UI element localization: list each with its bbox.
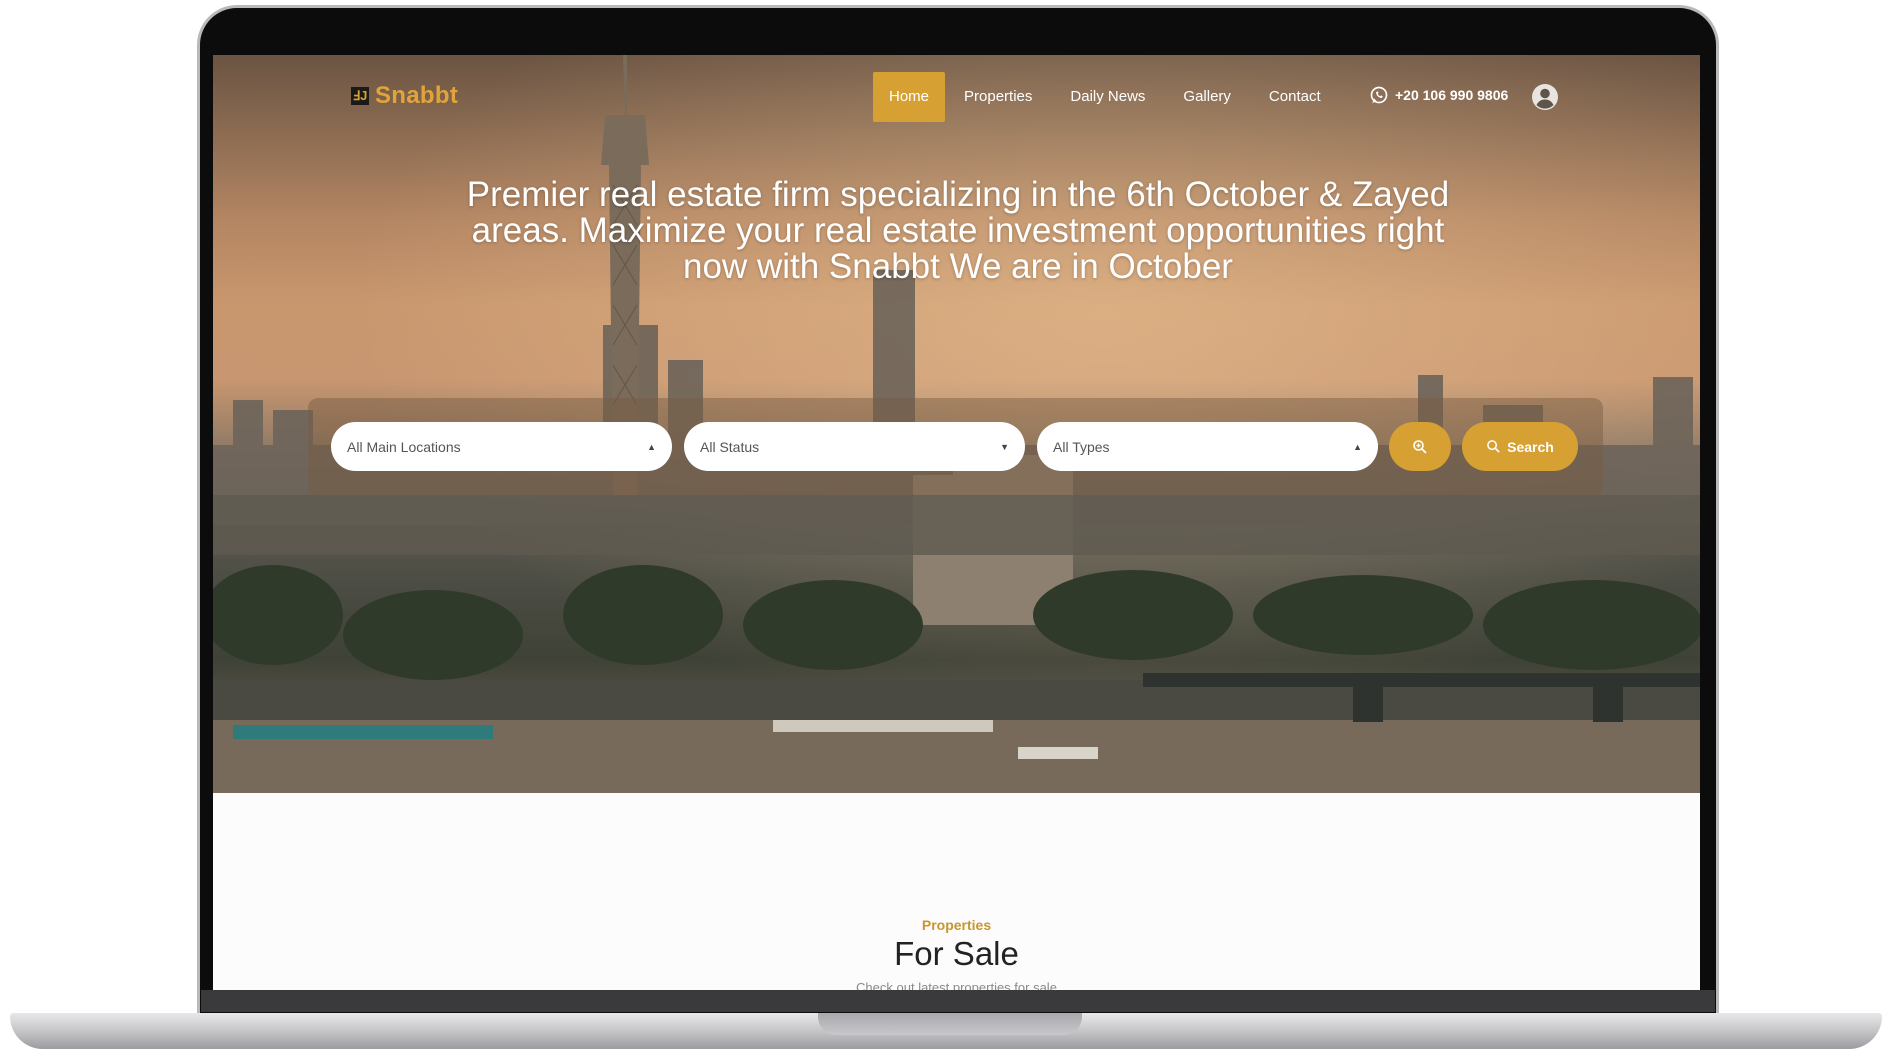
search-button-label: Search	[1507, 438, 1554, 455]
laptop-bezel	[201, 990, 1715, 1012]
advanced-search-button[interactable]	[1389, 422, 1451, 471]
section-title: For Sale	[894, 935, 1019, 972]
search-icon	[1487, 440, 1500, 453]
whatsapp-icon	[1370, 86, 1388, 104]
nav-home[interactable]: Home	[873, 72, 946, 122]
status-select-value: All Status	[700, 438, 760, 455]
search-button[interactable]: Search	[1462, 422, 1578, 471]
location-select[interactable]: All Main Locations ▲	[331, 422, 672, 471]
nav-daily-news[interactable]: Daily News	[1051, 72, 1164, 122]
caret-down-icon: ▼	[1000, 441, 1009, 452]
location-select-value: All Main Locations	[347, 438, 461, 455]
section-kicker: Properties	[921, 917, 992, 933]
logo-mark-icon: ℲJ	[351, 87, 369, 105]
nav-gallery[interactable]: Gallery	[1164, 72, 1250, 122]
hero-headline: Premier real estate firm specializing in…	[466, 175, 1450, 286]
main-nav: Home Properties Daily News Gallery Conta…	[873, 72, 1340, 122]
nav-contact[interactable]: Contact	[1250, 72, 1340, 122]
nav-properties[interactable]: Properties	[945, 72, 1051, 122]
hero-banner: ℲJ Snabbt Home Properties Daily News Gal…	[213, 55, 1700, 793]
caret-up-icon: ▲	[647, 441, 656, 452]
zoom-search-icon	[1413, 439, 1427, 454]
user-circle-icon[interactable]	[1531, 83, 1559, 111]
section-subtitle: Check out latest properties for sale	[856, 980, 1057, 990]
site-logo[interactable]: ℲJ Snabbt	[351, 81, 458, 111]
logo-text: Snabbt	[375, 82, 459, 109]
type-select-value: All Types	[1053, 438, 1110, 455]
laptop-notch	[818, 1013, 1082, 1035]
browser-viewport: ℲJ Snabbt Home Properties Daily News Gal…	[213, 55, 1700, 990]
type-select[interactable]: All Types ▲	[1037, 422, 1378, 471]
phone-number: +20 106 990 9806	[1395, 87, 1509, 103]
caret-up-icon: ▲	[1353, 441, 1362, 452]
phone-contact[interactable]: +20 106 990 9806	[1369, 85, 1508, 105]
status-select[interactable]: All Status ▼	[684, 422, 1025, 471]
